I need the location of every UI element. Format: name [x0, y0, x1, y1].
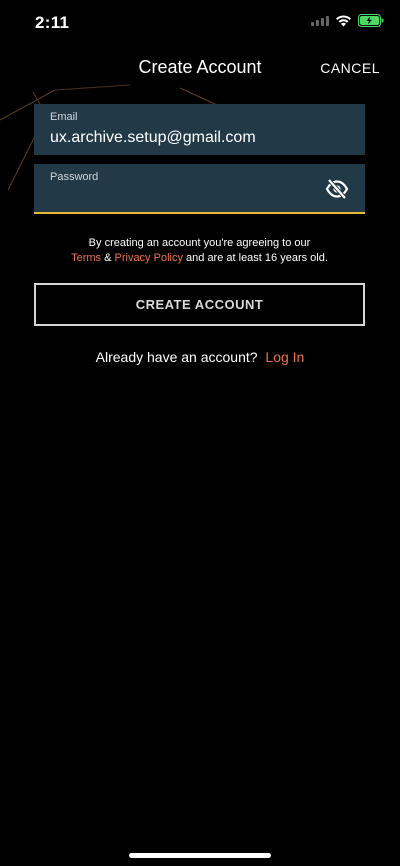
privacy-policy-link[interactable]: Privacy Policy: [115, 252, 183, 264]
email-field[interactable]: Email: [34, 104, 365, 155]
cancel-button[interactable]: CANCEL: [320, 60, 380, 76]
email-label: Email: [50, 111, 78, 123]
agreement-line-1: By creating an account you're agreeing t…: [88, 237, 311, 249]
terms-link[interactable]: Terms: [71, 252, 101, 264]
password-label: Password: [50, 171, 99, 183]
create-account-button[interactable]: CREATE ACCOUNT: [34, 283, 365, 326]
login-prompt-text: Already have an account?: [95, 349, 258, 365]
password-field[interactable]: Password: [34, 164, 365, 214]
email-input[interactable]: [50, 129, 330, 147]
password-input[interactable]: [50, 189, 330, 207]
wifi-icon: [336, 15, 351, 27]
login-prompt-row: Already have an account? Log In: [0, 349, 400, 365]
battery-charging-icon: [358, 14, 384, 27]
cellular-signal-icon: [311, 15, 329, 26]
terms-agreement: By creating an account you're agreeing t…: [34, 236, 365, 266]
status-bar: 2:11: [0, 0, 400, 46]
log-in-link[interactable]: Log In: [265, 349, 304, 365]
create-account-label: CREATE ACCOUNT: [135, 297, 264, 312]
status-icons: [311, 14, 384, 27]
eye-slash-icon[interactable]: [325, 178, 349, 200]
agreement-suffix: and are at least 16 years old.: [186, 252, 328, 264]
agreement-line-2: Terms & Privacy Policy and are at least …: [34, 251, 365, 266]
home-indicator[interactable]: [129, 853, 271, 858]
status-time: 2:11: [35, 13, 70, 32]
agreement-ampersand: &: [104, 252, 112, 264]
